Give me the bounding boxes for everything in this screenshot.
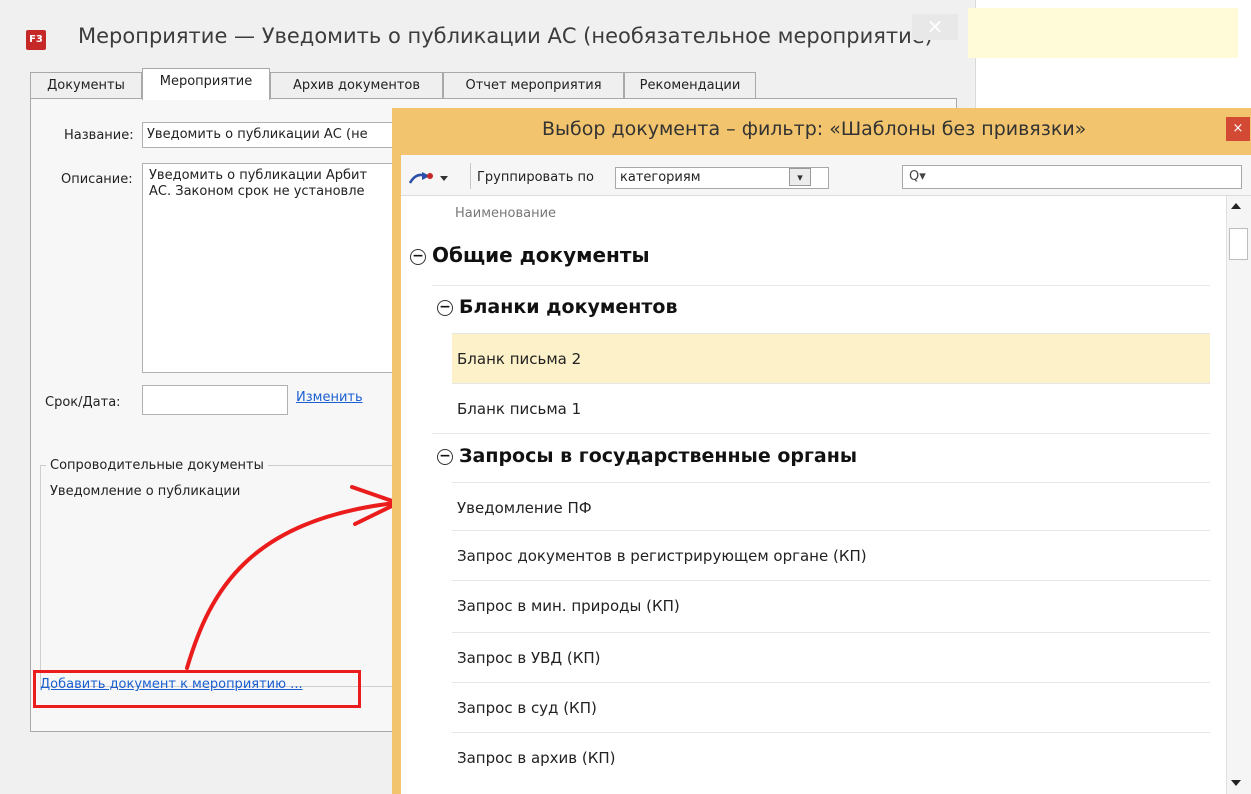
list-item[interactable]: Бланк письма 1 xyxy=(452,383,1210,433)
toolbar-separator xyxy=(470,163,471,189)
tab-event-report[interactable]: Отчет мероприятия xyxy=(443,72,624,99)
list-item[interactable]: Бланк письма 2 xyxy=(452,333,1210,383)
app-logo-icon: F3 xyxy=(26,30,46,50)
category-label: Общие документы xyxy=(432,243,650,267)
group-label: Запросы в государственные органы xyxy=(459,445,858,467)
background-window-strip xyxy=(968,8,1238,58)
dialog-title: Выбор документа – фильтр: «Шаблоны без п… xyxy=(542,118,1087,140)
scrollbar-thumb[interactable] xyxy=(1229,228,1248,260)
list-item[interactable]: Запрос в мин. природы (КП) xyxy=(452,580,1210,630)
group-label: Бланки документов xyxy=(459,296,678,318)
tree-divider xyxy=(432,285,1210,286)
highlight-frame xyxy=(33,670,361,708)
list-item[interactable]: Запрос документов в регистрирующем орган… xyxy=(452,530,1210,580)
description-field[interactable]: Уведомить о публикации Арбит АС. Законом… xyxy=(142,163,402,373)
attached-document-item[interactable]: Уведомление о публикации xyxy=(50,484,240,499)
scroll-up-icon[interactable] xyxy=(1231,203,1241,209)
wand-dropdown-icon[interactable] xyxy=(408,166,454,188)
date-field[interactable] xyxy=(142,385,288,415)
tab-recommendations[interactable]: Рекомендации xyxy=(624,72,756,99)
dialog-close-button[interactable]: × xyxy=(1226,117,1250,141)
tree-divider xyxy=(432,433,1210,434)
list-item[interactable]: Запрос в УВД (КП) xyxy=(452,632,1210,682)
chevron-down-icon[interactable]: ▾ xyxy=(789,168,811,186)
tab-documents[interactable]: Документы xyxy=(30,72,142,99)
main-close-button[interactable]: × xyxy=(912,14,958,40)
collapse-icon[interactable]: − xyxy=(410,248,426,265)
search-input[interactable]: Q▾ xyxy=(902,165,1242,189)
tree-group-blanks[interactable]: − Бланки документов xyxy=(437,296,677,318)
collapse-icon[interactable]: − xyxy=(437,299,453,316)
list-item[interactable]: Запрос в суд (КП) xyxy=(452,682,1210,732)
description-line: Уведомить о публикации Арбит xyxy=(149,168,368,183)
attached-documents-label: Сопроводительные документы xyxy=(46,458,268,473)
change-date-link[interactable]: Изменить xyxy=(296,390,363,405)
name-label: Название: xyxy=(64,128,134,143)
list-item[interactable]: Уведомление ПФ xyxy=(452,482,1210,532)
description-label: Описание: xyxy=(61,172,133,187)
tab-event[interactable]: Мероприятие xyxy=(142,68,270,100)
collapse-icon[interactable]: − xyxy=(437,448,453,465)
description-line: АС. Законом срок не установле xyxy=(149,184,365,199)
name-field[interactable]: Уведомить о публикации АС (не xyxy=(142,122,402,148)
list-item[interactable]: Запрос в архив (КП) xyxy=(452,732,1210,782)
tree-group-state-requests[interactable]: − Запросы в государственные органы xyxy=(437,445,857,467)
group-by-label: Группировать по xyxy=(477,170,594,185)
tab-document-archive[interactable]: Архив документов xyxy=(270,72,443,99)
date-label: Срок/Дата: xyxy=(45,395,121,410)
column-header-name[interactable]: Наименование xyxy=(455,206,556,221)
main-window-title: Мероприятие — Уведомить о публикации АС … xyxy=(78,24,933,48)
tree-category-general[interactable]: − Общие документы xyxy=(410,243,650,267)
vertical-scrollbar[interactable] xyxy=(1226,196,1251,794)
scroll-down-icon[interactable] xyxy=(1231,780,1241,786)
